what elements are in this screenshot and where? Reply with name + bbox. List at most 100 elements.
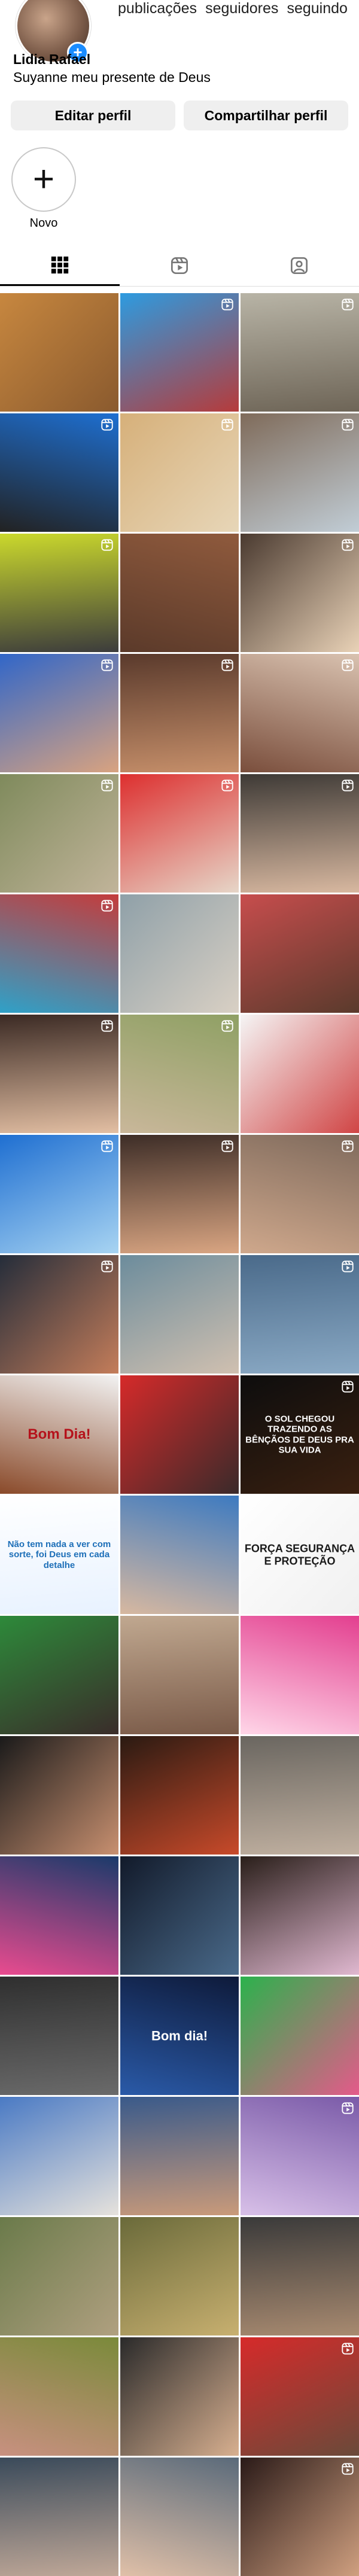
post-thumbnail[interactable] [241,1255,359,1374]
reel-indicator-icon [341,298,354,311]
post-thumbnail[interactable] [120,774,239,893]
profile-header: + publicações seguidores seguindo Lidia … [0,0,359,97]
post-thumbnail[interactable] [0,413,118,532]
post-caption-text: Bom Dia! [28,1426,91,1443]
post-thumbnail[interactable] [241,534,359,652]
post-thumbnail[interactable] [120,894,239,1013]
post-thumbnail[interactable] [0,1616,118,1734]
edit-profile-button[interactable]: Editar perfil [11,101,175,130]
post-thumbnail[interactable] [120,1375,239,1494]
post-thumbnail[interactable] [241,2458,359,2576]
reel-indicator-icon [341,2462,354,2475]
post-thumbnail[interactable] [0,2337,118,2456]
post-thumbnail[interactable] [120,1255,239,1374]
post-thumbnail[interactable] [241,894,359,1013]
tagged-icon [291,257,308,274]
post-thumbnail[interactable] [120,413,239,532]
post-thumbnail[interactable] [120,1616,239,1734]
post-thumbnail[interactable] [241,774,359,893]
share-profile-button[interactable]: Compartilhar perfil [184,101,348,130]
tab-reels[interactable] [120,245,239,286]
post-thumbnail[interactable] [120,1015,239,1133]
reel-indicator-icon [101,1140,114,1153]
reel-indicator-icon [101,899,114,912]
post-thumbnail[interactable] [120,1496,239,1614]
post-thumbnail[interactable] [241,1977,359,2095]
profile-bio: Suyanne meu presente de Deus [13,69,211,85]
post-thumbnail[interactable] [120,534,239,652]
reel-indicator-icon [221,418,234,431]
post-thumbnail[interactable] [241,654,359,772]
post-thumbnail[interactable]: Não tem nada a ver com sorte, foi Deus e… [0,1496,118,1614]
stat-posts-label: publicações [118,0,197,17]
post-thumbnail[interactable] [241,1015,359,1133]
posts-grid: Bom Dia! O SOL CHEGOU TRAZENDO AS BÊNÇÃOS… [0,293,359,2576]
reel-indicator-icon [341,538,354,552]
reel-indicator-icon [341,779,354,792]
reel-indicator-icon [341,2342,354,2355]
post-thumbnail[interactable] [120,1736,239,1855]
post-thumbnail[interactable] [0,894,118,1013]
profile-actions: Editar perfil Compartilhar perfil [11,101,348,130]
post-thumbnail[interactable] [120,2458,239,2576]
tab-posts[interactable] [0,245,120,286]
post-thumbnail[interactable] [241,2217,359,2336]
post-thumbnail[interactable]: O SOL CHEGOU TRAZENDO AS BÊNÇÃOS DE DEUS… [241,1375,359,1494]
reel-indicator-icon [101,1019,114,1033]
post-thumbnail[interactable] [0,1856,118,1975]
profile-tabs [0,245,359,287]
post-thumbnail[interactable]: Bom dia! [120,1977,239,2095]
stat-posts[interactable]: publicações [118,0,197,17]
post-thumbnail[interactable] [241,1616,359,1734]
post-thumbnail[interactable] [120,2217,239,2336]
reel-indicator-icon [341,1380,354,1393]
post-thumbnail[interactable] [0,2217,118,2336]
post-thumbnail[interactable] [0,1977,118,2095]
post-thumbnail[interactable] [241,2097,359,2215]
post-thumbnail[interactable] [0,2097,118,2215]
post-thumbnail[interactable]: Bom Dia! [0,1375,118,1494]
post-thumbnail[interactable] [241,2337,359,2456]
post-thumbnail[interactable] [241,1135,359,1253]
grid-icon [51,256,69,273]
post-thumbnail[interactable] [0,1736,118,1855]
post-thumbnail[interactable] [120,1856,239,1975]
tab-tagged[interactable] [239,245,359,286]
post-thumbnail[interactable] [0,654,118,772]
post-thumbnail[interactable] [120,1135,239,1253]
post-thumbnail[interactable] [120,654,239,772]
reel-indicator-icon [101,1260,114,1273]
new-highlight-label: Novo [29,217,58,230]
post-thumbnail[interactable] [0,1135,118,1253]
reel-indicator-icon [101,418,114,431]
post-thumbnail[interactable] [120,2337,239,2456]
post-caption-text: FORÇA SEGURANÇA E PROTEÇÃO [244,1542,355,1567]
post-thumbnail[interactable] [241,1736,359,1855]
stat-following[interactable]: seguindo [287,0,347,17]
reel-indicator-icon [341,418,354,431]
reel-indicator-icon [221,1140,234,1153]
plus-icon[interactable]: + [11,147,76,212]
post-thumbnail[interactable] [120,2097,239,2215]
reel-indicator-icon [101,538,114,552]
post-thumbnail[interactable] [241,1856,359,1975]
stat-followers[interactable]: seguidores [205,0,278,17]
reel-indicator-icon [101,659,114,672]
reel-indicator-icon [341,1140,354,1153]
post-thumbnail[interactable] [241,413,359,532]
post-thumbnail[interactable] [120,293,239,412]
post-thumbnail[interactable] [0,1015,118,1133]
new-highlight[interactable]: + Novo [11,147,77,230]
post-thumbnail[interactable] [0,1255,118,1374]
post-thumbnail[interactable] [241,293,359,412]
post-thumbnail[interactable] [0,774,118,893]
post-caption-text: Bom dia! [151,2028,208,2044]
reel-indicator-icon [341,1260,354,1273]
post-thumbnail[interactable]: FORÇA SEGURANÇA E PROTEÇÃO [241,1496,359,1614]
post-thumbnail[interactable] [0,293,118,412]
stat-following-label: seguindo [287,0,348,17]
reel-indicator-icon [341,659,354,672]
post-thumbnail[interactable] [0,2458,118,2576]
post-thumbnail[interactable] [0,534,118,652]
reel-indicator-icon [101,779,114,792]
